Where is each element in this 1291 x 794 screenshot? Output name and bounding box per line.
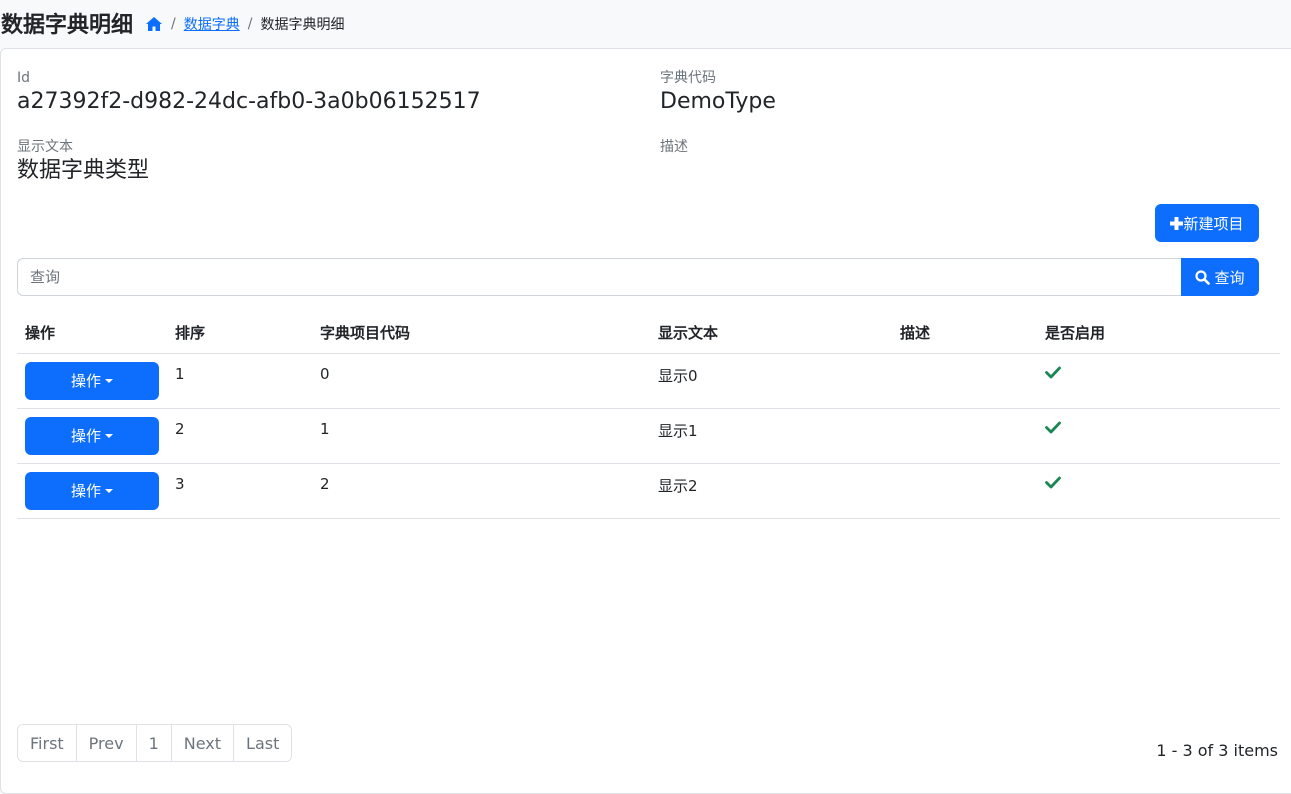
id-label: Id [17,70,31,86]
text-label: 显示文本 [17,139,73,155]
column-header-action: 操作 [17,313,167,354]
page-prev-button[interactable]: Prev [76,725,137,761]
enabled-cell [1037,463,1280,519]
page-next-button[interactable]: Next [171,725,235,761]
page-first-button[interactable]: First [18,725,77,761]
detail-card: Id a27392f2-d982-24dc-afb0-3a0b06152517 … [0,48,1291,794]
home-icon[interactable] [145,16,163,32]
order-cell: 2 [167,408,312,464]
code-value: DemoType [660,89,776,114]
breadcrumb: / 数据字典 / 数据字典明细 [145,14,344,34]
id-value: a27392f2-d982-24dc-afb0-3a0b06152517 [17,89,481,114]
search-input[interactable] [17,258,1181,296]
caret-down-icon [105,433,113,438]
breadcrumb-current: 数据字典明细 [260,17,345,33]
search-button-label: 查询 [1214,268,1245,287]
action-dropdown-button[interactable]: 操作 [25,471,159,510]
search-bar: 查询 [17,258,1259,296]
id-field: Id a27392f2-d982-24dc-afb0-3a0b06152517 [17,69,481,117]
column-header-code: 字典项目代码 [312,313,650,354]
items-table: 操作 排序 字典项目代码 显示文本 描述 是否启用 操作 1 0 显示0 操作 … [17,313,1280,519]
new-item-label: 新建项目 [1183,214,1244,233]
check-icon [1045,475,1061,493]
desc-field: 描述 [660,138,688,156]
check-icon [1045,420,1061,438]
action-cell: 操作 [17,463,167,519]
table-row: 操作 2 1 显示1 [17,408,1280,464]
check-icon [1045,365,1061,383]
search-button[interactable]: 查询 [1181,258,1259,296]
pagination-info: 1 - 3 of 3 items [1156,741,1278,760]
text-field: 显示文本 数据字典类型 [17,138,149,186]
breadcrumb-separator: / [247,16,253,32]
page-last-button[interactable]: Last [234,725,292,761]
action-cell: 操作 [17,408,167,464]
description-cell [892,408,1037,464]
table-header-row: 操作 排序 字典项目代码 显示文本 描述 是否启用 [17,313,1280,354]
enabled-cell [1037,408,1280,464]
column-header-enabled: 是否启用 [1037,313,1280,354]
action-cell: 操作 [17,353,167,409]
caret-down-icon [105,488,113,493]
plus-icon [1170,216,1184,230]
table-row: 操作 1 0 显示0 [17,353,1280,409]
column-header-order: 排序 [167,313,312,354]
column-header-text: 显示文本 [650,313,892,354]
code-cell: 2 [312,463,650,519]
text-value: 数据字典类型 [17,158,150,183]
action-dropdown-button[interactable]: 操作 [25,361,159,400]
text-cell: 显示1 [650,408,892,464]
description-cell [892,353,1037,409]
search-icon [1195,269,1211,285]
pagination: First Prev 1 Next Last [17,724,293,762]
action-dropdown-button[interactable]: 操作 [25,416,159,455]
code-field: 字典代码 DemoType [660,69,776,117]
page-header: 数据字典明细 / 数据字典 / 数据字典明细 [0,0,1291,46]
code-label: 字典代码 [660,70,716,86]
enabled-cell [1037,353,1280,409]
order-cell: 1 [167,353,312,409]
caret-down-icon [105,378,113,383]
text-cell: 显示0 [650,353,892,409]
breadcrumb-separator: / [171,16,176,32]
code-cell: 0 [312,353,650,409]
column-header-description: 描述 [892,313,1037,354]
table-row: 操作 3 2 显示2 [17,463,1280,519]
new-item-button[interactable]: 新建项目 [1155,204,1259,242]
code-cell: 1 [312,408,650,464]
page-title: 数据字典明细 [1,13,134,38]
breadcrumb-link-dictionary[interactable]: 数据字典 [184,14,240,34]
page-number-button[interactable]: 1 [136,725,172,761]
text-cell: 显示2 [650,463,892,519]
order-cell: 3 [167,463,312,519]
desc-label: 描述 [660,139,688,155]
description-cell [892,463,1037,519]
